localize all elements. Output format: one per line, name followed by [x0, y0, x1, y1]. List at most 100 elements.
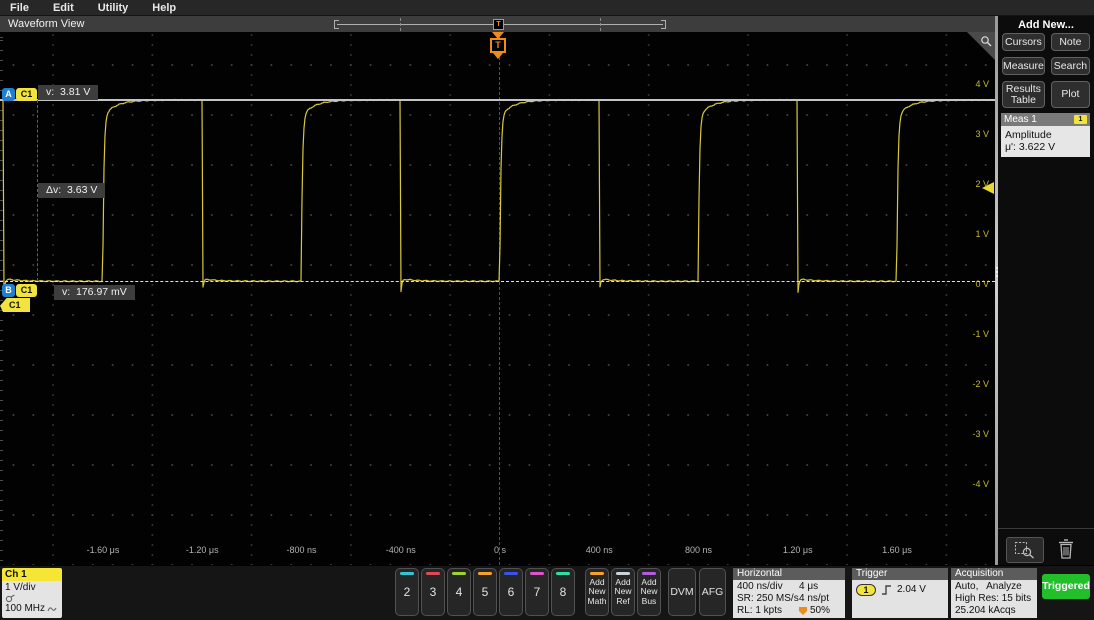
x-axis-tick-label: 1.20 μs [783, 545, 813, 555]
acquisition-mode: Auto, Analyze [955, 581, 1033, 593]
y-axis-tick-label: -4 V [972, 479, 989, 489]
plot-button[interactable]: Plot [1051, 81, 1090, 108]
ch1-bandwidth: 100 MHz [5, 603, 45, 615]
waveform-view-titlebar[interactable]: Waveform View T [0, 16, 995, 32]
ch1-name: Ch 1 [2, 568, 62, 581]
meas1-type: Amplitude [1005, 129, 1086, 141]
channel-button-label: 4 [456, 585, 463, 599]
menu-utility[interactable]: Utility [98, 2, 129, 14]
horizontal-window: 4 μs [799, 581, 841, 593]
trigger-level: 2.04 V [897, 584, 926, 596]
waveform-view-title: Waveform View [8, 18, 84, 30]
menu-bar: File Edit Utility Help [0, 0, 1094, 16]
horizontal-sample-rate: SR: 250 MS/s [737, 593, 799, 605]
menu-file[interactable]: File [10, 2, 29, 14]
y-axis-tick-label: 2 V [975, 179, 989, 189]
add-new-math-button[interactable]: AddNewMath [585, 568, 609, 616]
menu-edit[interactable]: Edit [53, 2, 74, 14]
trigger-flag-label: T [490, 38, 506, 53]
channel-button-label: 8 [560, 585, 567, 599]
results-bar: Add New... Cursors Note Measure Search Resul… [998, 16, 1094, 565]
cursor-b-line[interactable] [0, 281, 995, 282]
zoom-box-icon [1014, 541, 1036, 559]
meas1-value: μ': 3.622 V [1005, 141, 1086, 153]
trigger-title: Trigger [852, 568, 948, 580]
measure-button[interactable]: Measure [1002, 57, 1045, 75]
add-new-bus-button[interactable]: AddNewBus [637, 568, 661, 616]
minimap-window-tick-left [400, 18, 401, 31]
horizontal-scale: 400 ns/div [737, 581, 799, 593]
add-new-title: Add New... [998, 19, 1094, 31]
channel-4-button[interactable]: 4 [447, 568, 471, 616]
button-color-stripe [590, 572, 604, 575]
cursor-b-badge[interactable]: B [2, 284, 15, 297]
add-new-source-buttons: AddNewMath AddNewRef AddNewBus [585, 568, 661, 616]
cursor-a-badge[interactable]: A [2, 88, 15, 101]
cursors-button[interactable]: Cursors [1002, 33, 1045, 51]
cursor-b-readout: v: 176.97 mV [54, 285, 135, 300]
channel-buttons: 23 4 5678 [395, 568, 575, 616]
x-axis-tick-label: 800 ns [685, 545, 712, 555]
channel-2-button[interactable]: 2 [395, 568, 419, 616]
magnifier-icon [980, 35, 992, 47]
channel-6-button[interactable]: 6 [499, 568, 523, 616]
minimap-window-tick-right [600, 18, 601, 31]
cursor-b-source-badge[interactable]: C1 [16, 284, 37, 297]
oscilloscope-app: File Edit Utility Help Waveform View T [0, 0, 1094, 620]
add-new-button-label: AddNewRef [614, 578, 631, 607]
meas1-source-badge: 1 [1074, 115, 1087, 124]
search-button[interactable]: Search [1051, 57, 1090, 75]
trash-icon[interactable] [1056, 538, 1076, 565]
waveform-graticule[interactable]: v: 3.81 V Δv: 3.63 V v: 176.97 mV A C1 B… [0, 32, 995, 565]
menu-help[interactable]: Help [152, 2, 176, 14]
x-axis-tick-label: -800 ns [286, 545, 316, 555]
horizontal-record-length: RL: 1 kpts [737, 605, 799, 617]
channel-button-label: 3 [430, 585, 437, 599]
horizontal-panel[interactable]: Horizontal 400 ns/div 4 μs SR: 250 MS/s … [733, 568, 845, 618]
cursor-a-readout: v: 3.81 V [38, 85, 98, 100]
acquisition-count: 25.204 kAcqs [955, 605, 1033, 617]
add-new-button-label: AddNewMath [588, 578, 607, 607]
y-axis-tick-label: 1 V [975, 229, 989, 239]
minimap-left-bracket [334, 20, 339, 29]
probe-icon [5, 594, 16, 603]
horizontal-resolution: 4 ns/pt [799, 593, 841, 605]
expansion-point-icon [799, 607, 807, 615]
trigger-panel[interactable]: Trigger 1 2.04 V [852, 568, 948, 618]
note-button[interactable]: Note [1051, 33, 1090, 51]
channel-3-button[interactable]: 3 [421, 568, 445, 616]
meas1-badge[interactable]: Meas 1 1 Amplitude μ': 3.622 V [1001, 113, 1090, 157]
channel-color-stripe [530, 572, 544, 575]
cursor-a-source-badge[interactable]: C1 [16, 88, 37, 101]
y-axis-tick-label: 3 V [975, 129, 989, 139]
channel-8-button[interactable]: 8 [551, 568, 575, 616]
results-table-button[interactable]: Results Table [1002, 81, 1045, 108]
add-new-ref-button[interactable]: AddNewRef [611, 568, 635, 616]
horizontal-position: 50% [810, 605, 830, 617]
settings-bar: Ch 1 1 V/div 100 MHz 2345678 AddNew [0, 565, 1094, 620]
x-axis-tick-label: -400 ns [386, 545, 416, 555]
cursor-a-line[interactable] [0, 99, 995, 101]
channel-color-stripe [556, 572, 570, 575]
meas1-title: Meas 1 [1004, 114, 1037, 125]
y-axis-tick-label: 4 V [975, 79, 989, 89]
channel-color-stripe [426, 572, 440, 575]
x-axis-tick-label: 1.60 μs [882, 545, 912, 555]
waveform-view-column: Waveform View T v: 3.81 V Δv: 3.63 V [0, 16, 995, 565]
trigger-flag-tip-icon [493, 53, 503, 59]
minimap-trigger-marker[interactable]: T [493, 19, 504, 30]
channel-color-stripe [504, 572, 518, 575]
y-axis-tick-label: -3 V [972, 429, 989, 439]
ch1-badge[interactable]: Ch 1 1 V/div 100 MHz [2, 568, 62, 618]
dvm-button[interactable]: DVM [668, 568, 696, 616]
horizontal-title: Horizontal [733, 568, 845, 580]
trigger-status-badge: Triggered [1042, 574, 1090, 599]
acquisition-panel[interactable]: Acquisition Auto, Analyze High Res: 15 b… [951, 568, 1037, 618]
afg-button[interactable]: AFG [699, 568, 726, 616]
zoom-box-button[interactable] [1006, 537, 1044, 563]
channel-button-label: 5 [482, 585, 489, 599]
rising-edge-icon [881, 584, 892, 596]
channel-7-button[interactable]: 7 [525, 568, 549, 616]
channel-5-button[interactable]: 5 [473, 568, 497, 616]
x-axis-tick-label: 400 ns [586, 545, 613, 555]
